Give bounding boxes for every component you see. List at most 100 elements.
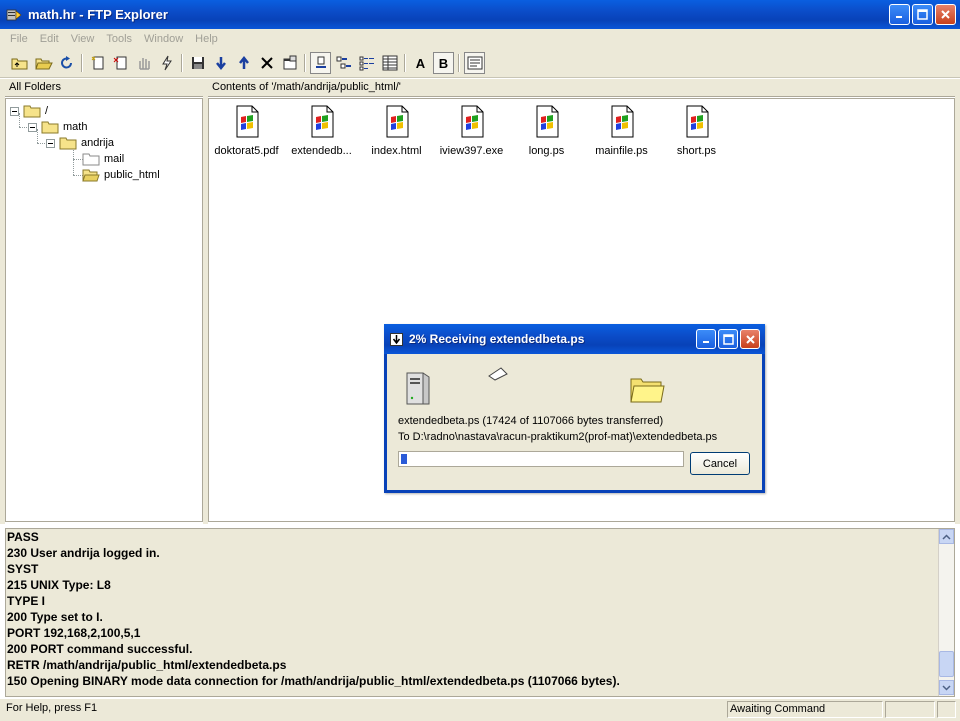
- toggle-log-button[interactable]: [464, 52, 485, 74]
- view-small-icons-button[interactable]: [333, 52, 354, 74]
- menu-file[interactable]: File: [4, 33, 34, 45]
- properties-button[interactable]: [279, 52, 300, 74]
- flying-document-icon: [488, 367, 508, 381]
- menu-help[interactable]: Help: [189, 33, 224, 45]
- lightning-icon: [161, 55, 172, 71]
- transfer-status-text: extendedbeta.ps (17424 of 1107066 bytes …: [398, 415, 664, 427]
- file-item[interactable]: extendedb...: [284, 105, 359, 157]
- upload-button[interactable]: [233, 52, 254, 74]
- document-icon: [386, 105, 408, 138]
- open-folder-icon: [82, 169, 100, 182]
- tree-item-label: /: [45, 105, 49, 117]
- maximize-button[interactable]: [912, 4, 933, 25]
- floppy-disk-icon: [191, 57, 204, 69]
- scroll-up-button[interactable]: [939, 529, 954, 544]
- refresh-button[interactable]: [56, 52, 77, 74]
- window-title: math.hr - FTP Explorer: [28, 7, 168, 22]
- up-folder-icon: [11, 58, 27, 70]
- folder-tree: / math andrija mail public_html: [5, 98, 203, 522]
- document-icon: [611, 105, 633, 138]
- dialog-minimize-button[interactable]: [696, 329, 716, 349]
- contents-header: Contents of '/math/andrija/public_html/': [208, 79, 955, 97]
- close-icon: [745, 334, 755, 344]
- menu-tools[interactable]: Tools: [100, 33, 138, 45]
- log-line: SYST: [7, 562, 39, 576]
- file-item[interactable]: long.ps: [509, 105, 584, 157]
- tree-item-label: public_html: [104, 169, 160, 181]
- log-line: 200 Type set to I.: [7, 610, 103, 624]
- tree-item-math[interactable]: math: [28, 119, 87, 135]
- connect-button[interactable]: [156, 52, 177, 74]
- log-line: 230 User andrija logged in.: [7, 546, 160, 560]
- dialog-title: 2% Receiving extendedbeta.ps: [409, 332, 585, 346]
- size-grip[interactable]: [937, 701, 956, 718]
- log-line: PORT 192,168,2,100,5,1: [7, 626, 141, 640]
- log-scrollbar[interactable]: [938, 529, 954, 696]
- folder-icon: [82, 153, 100, 166]
- chevron-down-icon: [942, 684, 951, 691]
- close-icon: [941, 10, 950, 19]
- delete-document-icon: [113, 56, 126, 70]
- folders-header: All Folders: [5, 79, 203, 97]
- minimize-button[interactable]: [889, 4, 910, 25]
- menu-bar: File Edit View Tools Window Help: [0, 29, 960, 48]
- view-large-icons-button[interactable]: [310, 52, 331, 74]
- download-arrow-icon: [215, 57, 226, 71]
- file-name: iview397.exe: [439, 145, 504, 157]
- upload-arrow-icon: [238, 55, 249, 69]
- file-name: long.ps: [528, 145, 565, 157]
- log-window-icon: [467, 56, 482, 70]
- file-name: extendedb...: [291, 145, 352, 157]
- log-line: PASS: [7, 530, 39, 544]
- server-icon: [406, 372, 430, 405]
- menu-view[interactable]: View: [65, 33, 101, 45]
- title-bar: math.hr - FTP Explorer: [0, 0, 960, 29]
- close-button[interactable]: [935, 4, 956, 25]
- view-list-button[interactable]: [356, 52, 377, 74]
- destination-path-text: To D:\radno\nastava\racun-praktikum2(pro…: [398, 431, 718, 443]
- menu-window[interactable]: Window: [138, 33, 189, 45]
- menu-edit[interactable]: Edit: [34, 33, 65, 45]
- save-button[interactable]: [187, 52, 208, 74]
- tree-item-public-html[interactable]: public_html: [82, 167, 160, 183]
- open-folder-button[interactable]: [33, 52, 54, 74]
- file-item[interactable]: iview397.exe: [434, 105, 509, 157]
- maximize-icon: [722, 333, 734, 345]
- delete-file-button[interactable]: [110, 52, 131, 74]
- stop-button[interactable]: [133, 52, 154, 74]
- tree-item-andrija[interactable]: andrija: [46, 135, 114, 151]
- scroll-down-button[interactable]: [939, 680, 954, 695]
- scroll-thumb[interactable]: [939, 651, 954, 677]
- tree-item-mail[interactable]: mail: [82, 151, 124, 167]
- collapse-icon[interactable]: [28, 122, 37, 132]
- dialog-maximize-button[interactable]: [718, 329, 738, 349]
- status-state: Awaiting Command: [727, 701, 883, 718]
- new-file-button[interactable]: [87, 52, 108, 74]
- file-name: short.ps: [676, 145, 717, 157]
- view-details-button[interactable]: [379, 52, 400, 74]
- dialog-close-button[interactable]: [740, 329, 760, 349]
- file-item[interactable]: doktorat5.pdf: [209, 105, 284, 157]
- file-item[interactable]: mainfile.ps: [584, 105, 659, 157]
- tree-item-root[interactable]: /: [10, 103, 48, 119]
- progress-fill: [401, 454, 407, 464]
- file-item[interactable]: short.ps: [659, 105, 734, 157]
- file-name: mainfile.ps: [595, 145, 648, 157]
- properties-icon: [283, 55, 296, 70]
- collapse-icon[interactable]: [10, 106, 19, 116]
- font-b-button[interactable]: B: [433, 52, 454, 74]
- file-item[interactable]: index.html: [359, 105, 434, 157]
- tree-item-label: andrija: [81, 137, 115, 149]
- font-a-button[interactable]: A: [410, 52, 431, 74]
- parent-folder-button[interactable]: [9, 52, 30, 74]
- download-button[interactable]: [210, 52, 231, 74]
- collapse-icon[interactable]: [46, 138, 55, 148]
- minimize-icon: [896, 16, 902, 18]
- folder-icon: [59, 137, 77, 150]
- cancel-button[interactable]: Cancel: [690, 452, 750, 475]
- dialog-title-bar: 2% Receiving extendedbeta.ps: [384, 324, 765, 354]
- hand-icon: [138, 58, 150, 70]
- document-icon: [536, 105, 558, 138]
- delete-button[interactable]: [256, 52, 277, 74]
- status-panel: [885, 701, 935, 718]
